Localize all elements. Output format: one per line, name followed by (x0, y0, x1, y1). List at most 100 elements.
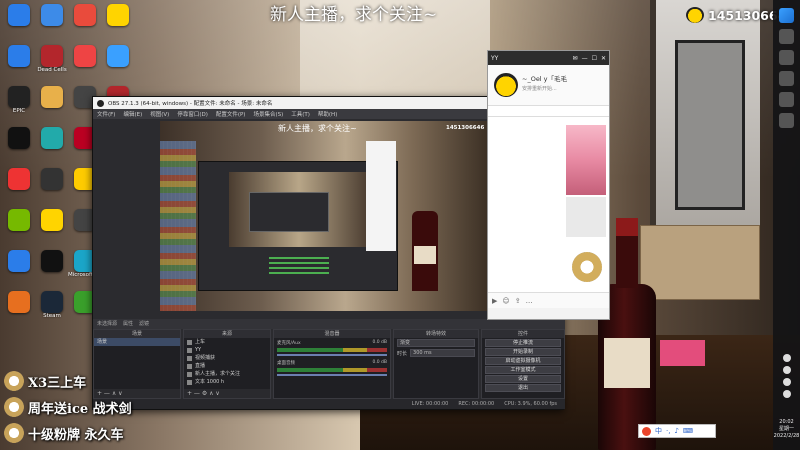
taskbar-app-icon[interactable] (779, 50, 794, 65)
obs-app-icon (97, 99, 104, 107)
desktop-icon[interactable]: Steam (35, 291, 69, 329)
volume-fader[interactable] (277, 374, 387, 376)
ime-punctuation-icon[interactable]: ·, (666, 427, 670, 435)
chat-promo-image[interactable] (566, 125, 606, 195)
camera-source-icon (187, 355, 192, 361)
tray-ime-icon[interactable] (782, 390, 791, 398)
desktop-icon[interactable] (101, 4, 135, 42)
more-icon[interactable]: … (526, 297, 533, 305)
fan-badge-icon (4, 371, 24, 391)
ime-toolbar[interactable]: 中 ·, ♪ ⌨ (638, 424, 716, 438)
source-item[interactable]: 新人主播，求个关注 (184, 370, 270, 378)
taskbar-obs-icon[interactable] (779, 113, 794, 128)
filters-button[interactable]: 滤镜 (139, 319, 149, 329)
volume-fader[interactable] (277, 354, 387, 356)
taskbar-app-icon[interactable] (779, 71, 794, 86)
desktop-icon[interactable] (2, 168, 36, 206)
desktop-icon[interactable] (2, 291, 36, 329)
overlay-line: X3三上车 (4, 368, 194, 394)
start-button[interactable] (779, 8, 794, 23)
chat-tab-strip[interactable] (488, 105, 609, 117)
obs-preview-canvas[interactable]: 新人主播，求个关注~ 1451306646 (160, 121, 497, 311)
desktop-icon[interactable] (2, 4, 36, 42)
desktop-icon[interactable]: Dead Cells (35, 45, 69, 83)
yy-logo-icon (686, 7, 704, 23)
start-recording-button[interactable]: 开始录制 (485, 348, 561, 356)
menu-edit[interactable]: 编辑(E) (123, 110, 142, 118)
taskbar-clock[interactable]: 20:02 星期一 2022/2/28 (773, 419, 800, 440)
desktop-icon[interactable] (35, 86, 69, 124)
exit-button[interactable]: 退出 (485, 384, 561, 392)
app-icon (8, 168, 30, 190)
chat-close-button[interactable]: ✕ (601, 55, 606, 62)
tray-network-icon[interactable] (782, 354, 791, 362)
clock-date: 2022/2/28 (773, 433, 800, 439)
menu-docks[interactable]: 停靠窗口(D) (177, 110, 208, 118)
desktop-icon[interactable] (2, 127, 36, 165)
source-item[interactable]: 上车 (184, 338, 270, 346)
tray-volume-icon[interactable] (782, 366, 791, 374)
chat-titlebar[interactable]: YY ✉ — ☐ ✕ (488, 51, 609, 65)
duration-input[interactable]: 300 ms (410, 349, 475, 357)
menu-profile[interactable]: 配置文件(P) (216, 110, 246, 118)
mixer-dock-header: 混音器 (274, 330, 390, 338)
source-label: 文本 1000 h (195, 379, 225, 385)
volume-meter (277, 368, 387, 372)
chat-message-icon[interactable]: ✉ (573, 55, 578, 62)
tray-wechat-icon[interactable] (782, 378, 791, 386)
source-label: 上车 (195, 339, 206, 345)
stream-overlay-lines: X3三上车 周年送ice 战术剑 十级粉牌 永久车 (4, 368, 194, 446)
menu-file[interactable]: 文件(F) (97, 110, 115, 118)
ime-chinese-icon[interactable]: 中 (655, 426, 662, 436)
scene-item[interactable]: 场景 (94, 338, 180, 346)
chat-minimize-button[interactable]: — (582, 55, 588, 62)
ime-keyboard-icon[interactable]: ⌨ (683, 427, 693, 435)
menu-view[interactable]: 视图(V) (150, 110, 169, 118)
ime-mic-icon[interactable]: ♪ (674, 427, 678, 435)
menu-tools[interactable]: 工具(T) (291, 110, 310, 118)
start-virtual-camera-button[interactable]: 启动虚拟摄像机 (485, 357, 561, 365)
desktop-icon[interactable] (2, 209, 36, 247)
app-icon (8, 4, 30, 26)
studio-mode-button[interactable]: 工作室模式 (485, 366, 561, 374)
chat-bottom-toolbar: ▶ ☺ ⇪ … (488, 292, 609, 308)
properties-button[interactable]: 属性 (123, 319, 133, 329)
yy-chat-window[interactable]: YY ✉ — ☐ ✕ ~_Oel y「毛毛 安排重新开始... ▶ ☺ ⇪ … (487, 50, 610, 320)
source-item[interactable]: 直播 (184, 362, 270, 370)
desktop-icon[interactable]: EPIC (2, 86, 36, 124)
app-icon (8, 127, 30, 149)
controls-dock: 控件 停止推流 开始录制 启动虚拟摄像机 工作室模式 设置 退出 (481, 329, 565, 399)
preview-room-id: 1451306646 (446, 125, 485, 131)
desktop-icon[interactable] (35, 209, 69, 247)
transition-type-select[interactable]: 渐变 (397, 339, 475, 347)
menu-help[interactable]: 帮助(H) (318, 110, 337, 118)
play-icon[interactable]: ▶ (492, 297, 497, 305)
app-icon (41, 86, 63, 108)
emoji-icon[interactable]: ☺ (502, 297, 509, 305)
source-item[interactable]: 视频捕获 (184, 354, 270, 362)
desktop-icon[interactable] (68, 45, 102, 83)
image-source-icon (187, 339, 192, 345)
menu-scene-collection[interactable]: 场景集合(S) (253, 110, 283, 118)
taskbar-search-icon[interactable] (779, 29, 794, 44)
sogou-ime-icon[interactable] (642, 426, 651, 436)
desktop-icon[interactable] (35, 4, 69, 42)
desktop-icon[interactable] (35, 250, 69, 288)
avatar[interactable] (494, 73, 518, 97)
desktop-icon[interactable] (68, 4, 102, 42)
share-icon[interactable]: ⇪ (515, 297, 521, 305)
desktop-icon[interactable] (35, 127, 69, 165)
app-icon (41, 250, 63, 272)
app-icon (107, 45, 129, 67)
taskbar-app-icon[interactable] (779, 92, 794, 107)
sources-dock-footer[interactable]: + — ⚙ ∧ ∨ (184, 389, 270, 398)
source-item[interactable]: YY (184, 346, 270, 354)
stop-streaming-button[interactable]: 停止推流 (485, 339, 561, 347)
desktop-icon[interactable] (2, 250, 36, 288)
desktop-icon[interactable] (35, 168, 69, 206)
source-item[interactable]: 文本 1000 h (184, 378, 270, 386)
chat-maximize-button[interactable]: ☐ (592, 55, 597, 62)
desktop-icon[interactable] (2, 45, 36, 83)
settings-button[interactable]: 设置 (485, 375, 561, 383)
desktop-icon[interactable] (101, 45, 135, 83)
